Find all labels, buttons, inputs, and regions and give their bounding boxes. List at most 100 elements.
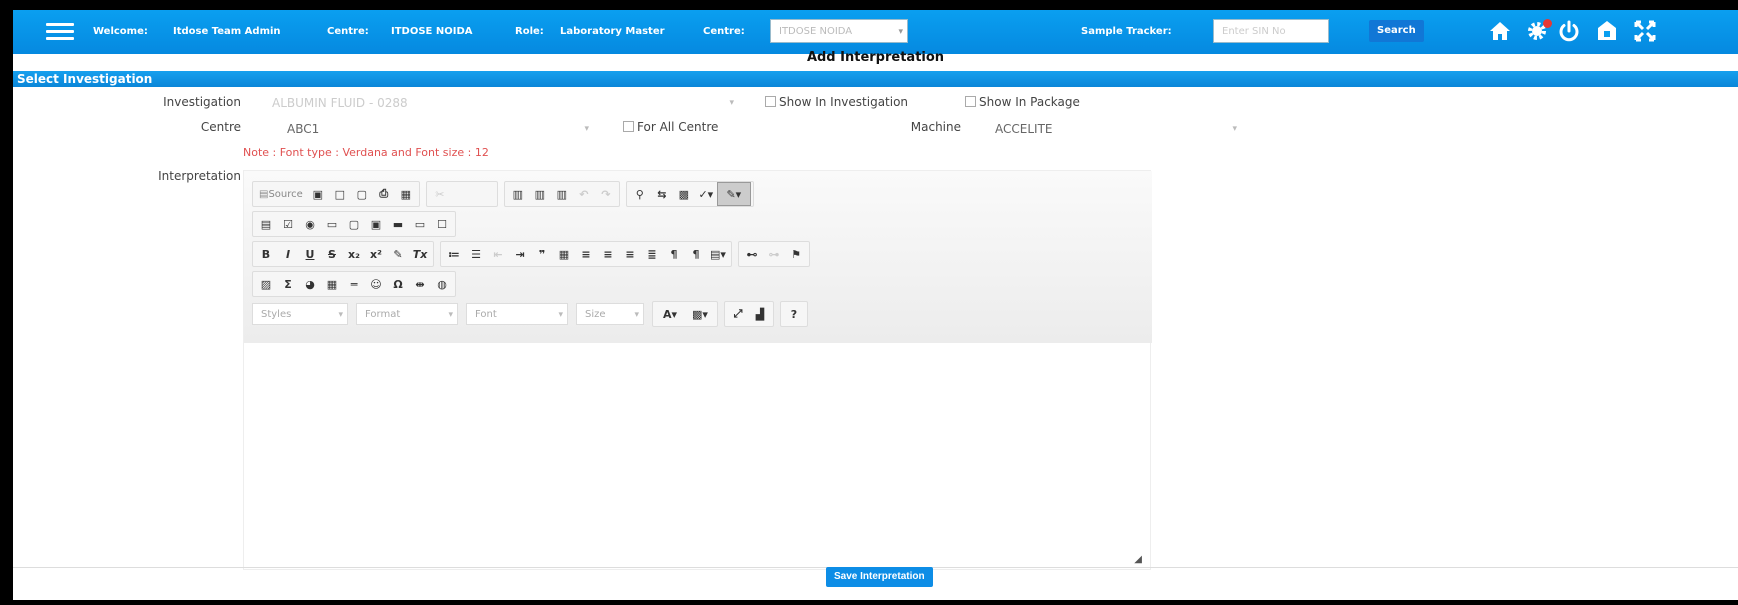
show-blocks-icon[interactable]: ▟ (749, 303, 771, 325)
templates-icon[interactable]: ▦ (395, 183, 417, 205)
chevron-down-icon: ▾ (584, 124, 589, 134)
source-button[interactable]: ▤ Source (255, 183, 307, 205)
align-right-icon[interactable]: ≡ (619, 243, 641, 265)
smiley-icon[interactable]: ☺ (365, 273, 387, 295)
save-icon[interactable]: ▣ (307, 183, 329, 205)
investigation-select[interactable]: ALBUMIN FLUID - 0288 ▾ (268, 92, 738, 114)
align-center-icon[interactable]: ≡ (597, 243, 619, 265)
superscript-icon[interactable]: x² (365, 243, 387, 265)
resize-grip-icon[interactable]: ◢ (1134, 554, 1142, 565)
bulleted-list-icon[interactable]: ☰ (465, 243, 487, 265)
machine-select[interactable]: ACCELITE ▾ (991, 118, 1241, 140)
outdent-icon[interactable]: ⇤ (487, 243, 509, 265)
for-all-centre-checkbox[interactable]: For All Centre (623, 120, 718, 134)
home-icon[interactable] (1488, 19, 1512, 43)
select-field-icon[interactable]: ▣ (365, 213, 387, 235)
size-dropdown[interactable]: Size ▾ (576, 303, 644, 325)
indent-icon[interactable]: ⇥ (509, 243, 531, 265)
undo-icon[interactable]: ↶ (573, 183, 595, 205)
save-interpretation-button[interactable]: Save Interpretation (826, 567, 933, 587)
strikethrough-icon[interactable]: S (321, 243, 343, 265)
table-icon[interactable]: ▦ (321, 273, 343, 295)
centre-field-select[interactable]: ABC1 ▾ (283, 118, 593, 140)
paste-text-icon[interactable]: ▥ (529, 183, 551, 205)
redo-icon[interactable]: ↷ (595, 183, 617, 205)
special-char-icon[interactable]: Ω (387, 273, 409, 295)
font-dropdown[interactable]: Font ▾ (466, 303, 568, 325)
lock-icon[interactable] (1595, 19, 1619, 43)
rtl-icon[interactable]: ¶ (685, 243, 707, 265)
textfield-icon[interactable]: ▭ (321, 213, 343, 235)
styles-dropdown[interactable]: Styles ▾ (252, 303, 348, 325)
bold-icon[interactable]: B (255, 243, 277, 265)
chevron-down-icon: ▾ (448, 310, 453, 320)
paste-word-icon[interactable]: ▥ (551, 183, 573, 205)
justify-icon[interactable]: ≣ (641, 243, 663, 265)
align-left-icon[interactable]: ≡ (575, 243, 597, 265)
select-all-icon[interactable]: ▩ (673, 183, 695, 205)
power-icon[interactable] (1557, 19, 1581, 43)
help-label: ? (790, 307, 798, 321)
app-window: Welcome: Itdose Team Admin Centre: ITDOS… (13, 10, 1738, 600)
help-icon[interactable]: ? (783, 303, 805, 325)
centre-field-label: Centre (200, 120, 241, 134)
blockquote-icon[interactable]: ❞ (531, 243, 553, 265)
radio-icon[interactable]: ◉ (299, 213, 321, 235)
centre-select-value: ITDOSE NOIDA (779, 26, 853, 37)
div-container-icon[interactable]: ▦ (553, 243, 575, 265)
format-dropdown[interactable]: Format ▾ (356, 303, 458, 325)
show-in-package-checkbox[interactable]: Show In Package (965, 95, 1080, 109)
fullscreen-icon[interactable] (1633, 19, 1657, 43)
background-color-icon[interactable]: ▩▾ (685, 303, 715, 325)
underline-icon[interactable]: U (299, 243, 321, 265)
horizontal-rule-icon[interactable]: ═ (343, 273, 365, 295)
chevron-down-icon: ▾ (634, 310, 639, 320)
numbered-list-icon[interactable]: ≔ (443, 243, 465, 265)
sample-tracker-placeholder: Enter SIN No (1222, 26, 1286, 37)
sigma-icon[interactable]: Σ (277, 273, 299, 295)
format-painter-icon[interactable]: ✎▾ (716, 182, 751, 206)
centre-select-label: Centre: (703, 26, 745, 37)
remove-format-icon[interactable]: Tx (409, 243, 431, 265)
preview-icon[interactable]: ▢ (351, 183, 373, 205)
paste-icon[interactable]: ▥ (507, 183, 529, 205)
textarea-icon[interactable]: ▢ (343, 213, 365, 235)
copy-formatting-icon[interactable]: ✎ (387, 243, 409, 265)
checkbox-icon[interactable]: ☑ (277, 213, 299, 235)
image-button-icon[interactable]: ▭ (409, 213, 431, 235)
page-break-icon[interactable]: ⇹ (409, 273, 431, 295)
editor-content-area[interactable] (244, 343, 1150, 553)
cut-icon[interactable]: ✂ (429, 183, 451, 205)
centre-field-value: ABC1 (287, 122, 320, 136)
italic-icon[interactable]: I (277, 243, 299, 265)
anchor-flag-icon[interactable]: ⚑ (785, 243, 807, 265)
iframe-icon[interactable]: ◍ (431, 273, 453, 295)
search-button[interactable]: Search (1369, 20, 1424, 42)
unlink-icon[interactable]: ⊶ (763, 243, 785, 265)
subscript-icon[interactable]: x₂ (343, 243, 365, 265)
investigation-label: Investigation (163, 95, 241, 109)
maximize-icon[interactable]: ⤢ (727, 303, 749, 325)
print-icon[interactable]: ⎙ (373, 183, 395, 205)
sample-tracker-label: Sample Tracker: (1081, 26, 1172, 37)
ltr-icon[interactable]: ¶ (663, 243, 685, 265)
form-icon[interactable]: ▤ (255, 213, 277, 235)
flash-icon[interactable]: ◕ (299, 273, 321, 295)
hidden-field-icon[interactable]: ☐ (431, 213, 453, 235)
hamburger-menu-icon[interactable] (46, 23, 74, 41)
sample-tracker-input[interactable]: Enter SIN No (1213, 19, 1329, 43)
button-field-icon[interactable]: ▬ (387, 213, 409, 235)
spellcheck-icon[interactable]: ✓▾ (695, 183, 717, 205)
editor-toolbar: ▤ Source ▣ □ ▢ ⎙ ▦ ✂ ▥ ▥ ▥ ↶ ↷ ⚲ ⇆ ▩ ✓▾ … (244, 171, 1152, 343)
source-label: Source (268, 188, 303, 200)
text-color-icon[interactable]: A ▾ (655, 303, 685, 325)
language-icon[interactable]: ▤▾ (707, 243, 729, 265)
centre-select[interactable]: ITDOSE NOIDA ▾ (770, 19, 908, 43)
link-icon[interactable]: ⊷ (741, 243, 763, 265)
find-icon[interactable]: ⚲ (629, 183, 651, 205)
font-label: Font (475, 309, 497, 320)
replace-icon[interactable]: ⇆ (651, 183, 673, 205)
show-in-investigation-checkbox[interactable]: Show In Investigation (765, 95, 908, 109)
image-icon[interactable]: ▨ (255, 273, 277, 295)
new-page-icon[interactable]: □ (329, 183, 351, 205)
